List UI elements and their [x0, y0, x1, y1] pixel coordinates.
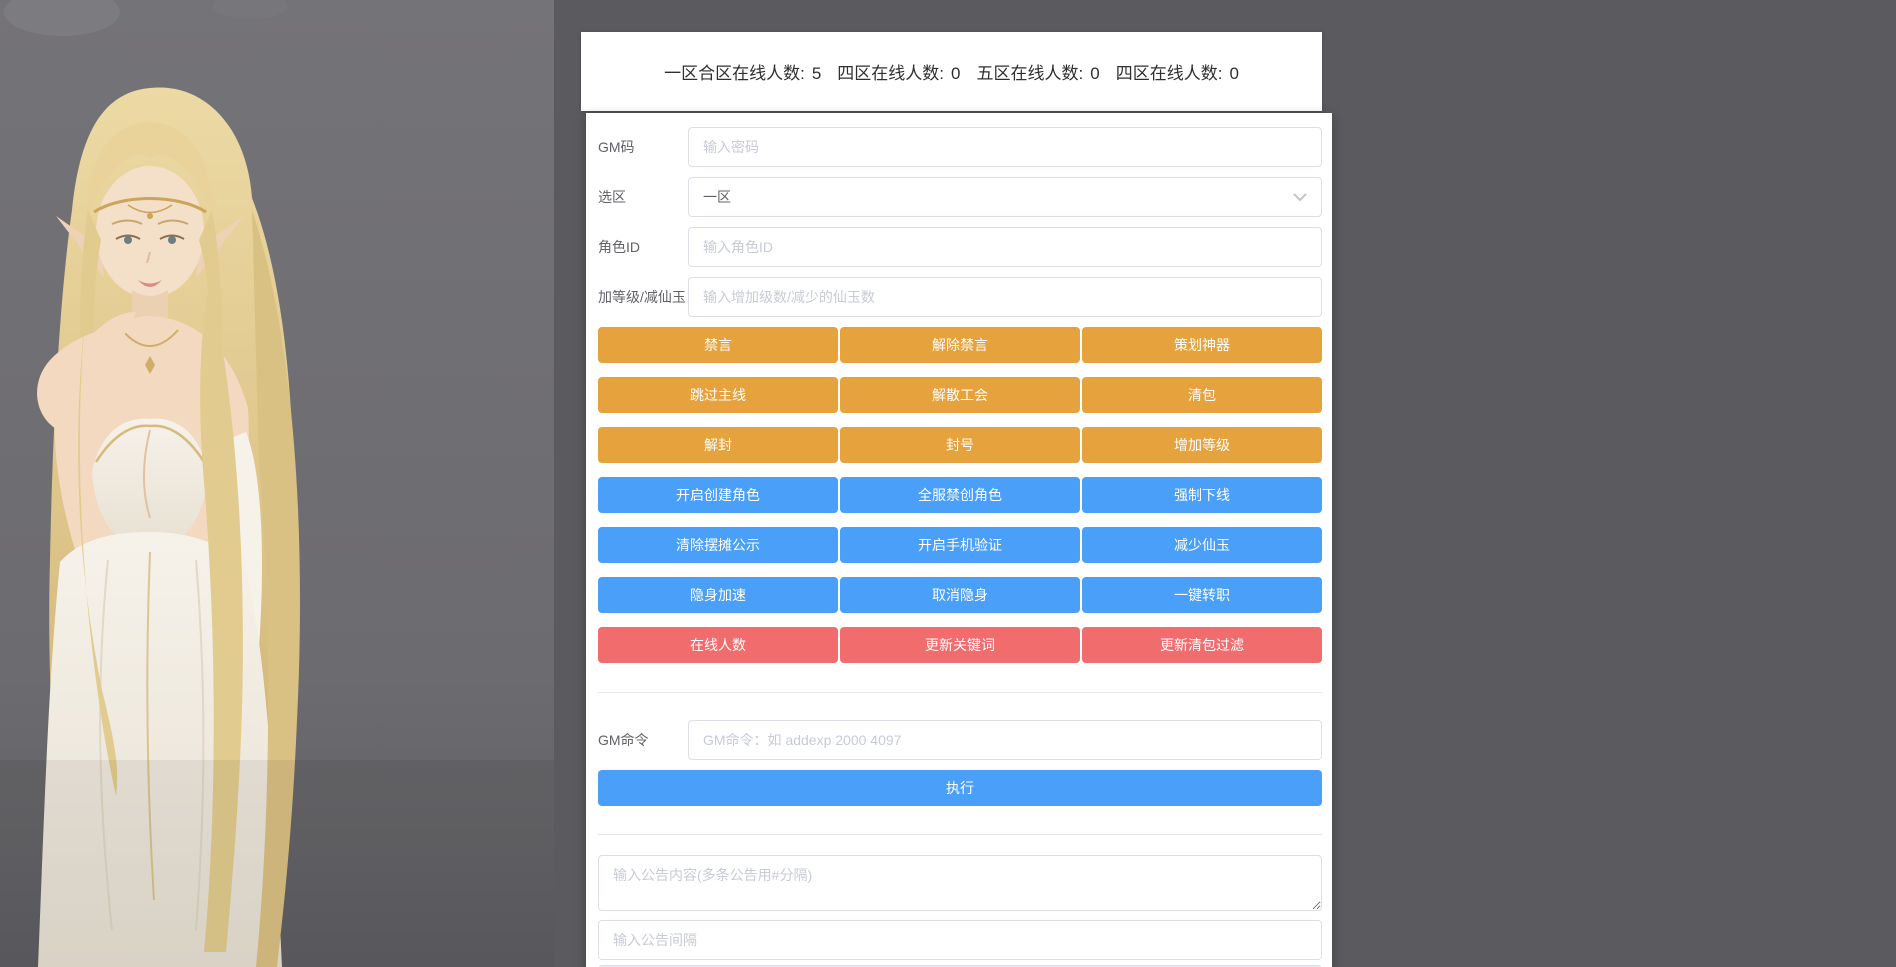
gm-action-button[interactable]: 更新关键词	[840, 627, 1080, 663]
gm-panel: GM码 选区 一区 角色ID 加等级/减仙玉 禁言 解除禁言 策划神器 跳过主线…	[586, 113, 1332, 967]
gm-action-button[interactable]: 开启手机验证	[840, 527, 1080, 563]
field-label: 选区	[598, 189, 626, 205]
gm-action-button[interactable]: 解除禁言	[840, 327, 1080, 363]
stat-value: 5	[811, 64, 822, 83]
zone-select[interactable]: 一区	[688, 177, 1322, 217]
stat-label: 四区在线人数:	[1115, 64, 1223, 83]
announcement-content-textarea[interactable]	[598, 855, 1322, 911]
character-artwork	[0, 0, 554, 967]
action-button-row: 隐身加速 取消隐身 一键转职	[598, 577, 1322, 613]
role-id-row: 角色ID	[598, 227, 1322, 267]
gm-command-input[interactable]	[688, 720, 1322, 760]
online-stats-bar: 一区合区在线人数: 5 四区在线人数: 0 五区在线人数: 0 四区在线人数: …	[581, 32, 1322, 111]
role-id-input[interactable]	[688, 227, 1322, 267]
action-button-row: 开启创建角色 全服禁创角色 强制下线	[598, 477, 1322, 513]
online-stat: 四区在线人数: 0	[1116, 59, 1239, 84]
stat-label: 四区在线人数:	[837, 64, 945, 83]
gm-code-input[interactable]	[688, 127, 1322, 167]
gm-action-button[interactable]: 隐身加速	[598, 577, 838, 613]
gm-action-button[interactable]: 强制下线	[1082, 477, 1322, 513]
gm-action-button[interactable]: 清包	[1082, 377, 1322, 413]
gm-action-button[interactable]: 开启创建角色	[598, 477, 838, 513]
gm-action-button[interactable]: 一键转职	[1082, 577, 1322, 613]
gm-action-button[interactable]: 跳过主线	[598, 377, 838, 413]
page: { "header": { "stats": [ { "label": "一区合…	[0, 0, 1896, 967]
gm-action-button[interactable]: 清除摆摊公示	[598, 527, 838, 563]
gm-action-button[interactable]: 封号	[840, 427, 1080, 463]
stat-value: 0	[1090, 64, 1100, 83]
action-button-row: 跳过主线 解散工会 清包	[598, 377, 1322, 413]
chevron-down-icon	[1293, 192, 1307, 202]
field-label: GM码	[598, 139, 635, 155]
gm-action-button[interactable]: 解封	[598, 427, 838, 463]
gm-action-button[interactable]: 策划神器	[1082, 327, 1322, 363]
stat-label: 一区合区在线人数:	[664, 64, 805, 83]
action-button-row: 解封 封号 增加等级	[598, 427, 1322, 463]
gm-action-button[interactable]: 取消隐身	[840, 577, 1080, 613]
execute-button[interactable]: 执行	[598, 770, 1322, 806]
gm-action-button[interactable]: 减少仙玉	[1082, 527, 1322, 563]
level-jade-input[interactable]	[688, 277, 1322, 317]
field-label: 角色ID	[598, 239, 640, 255]
gm-action-button[interactable]: 禁言	[598, 327, 838, 363]
online-stat: 一区合区在线人数: 5	[664, 59, 821, 84]
announcement-interval-input[interactable]	[598, 920, 1322, 960]
gm-action-button[interactable]: 全服禁创角色	[840, 477, 1080, 513]
gm-code-row: GM码	[598, 127, 1322, 167]
gm-action-button[interactable]: 在线人数	[598, 627, 838, 663]
gm-action-button[interactable]: 解散工会	[840, 377, 1080, 413]
stat-value: 0	[1229, 64, 1239, 83]
action-button-row: 清除摆摊公示 开启手机验证 减少仙玉	[598, 527, 1322, 563]
online-stat: 五区在线人数: 0	[977, 59, 1100, 84]
gm-action-button[interactable]: 增加等级	[1082, 427, 1322, 463]
online-stat: 四区在线人数: 0	[837, 59, 960, 84]
field-label: GM命令	[598, 732, 649, 748]
stat-value: 0	[951, 64, 961, 83]
divider	[598, 834, 1322, 835]
divider	[598, 692, 1322, 693]
stat-label: 五区在线人数:	[976, 64, 1084, 83]
action-button-row: 禁言 解除禁言 策划神器	[598, 327, 1322, 363]
zone-select-value: 一区	[703, 189, 731, 205]
level-jade-row: 加等级/减仙玉	[598, 277, 1322, 317]
action-button-row: 在线人数 更新关键词 更新清包过滤	[598, 627, 1322, 663]
gm-action-button[interactable]: 更新清包过滤	[1082, 627, 1322, 663]
field-label: 加等级/减仙玉	[598, 289, 686, 305]
elf-character-image	[0, 0, 554, 967]
gm-command-row: GM命令	[598, 720, 1322, 760]
zone-row: 选区 一区	[598, 177, 1322, 217]
